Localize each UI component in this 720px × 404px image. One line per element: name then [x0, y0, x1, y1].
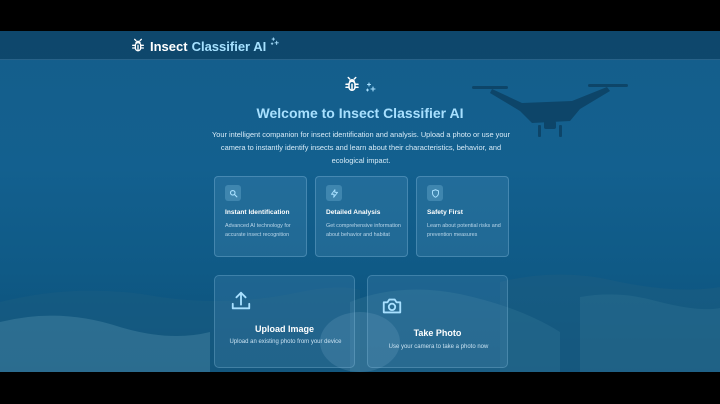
shield-icon	[431, 188, 439, 198]
hero-description: Your intelligent companion for insect id…	[212, 130, 510, 165]
app-window: Insect Classifier AI Welcome to Insect C…	[0, 31, 720, 372]
action-title: Take Photo	[413, 328, 462, 338]
feature-description: Learn about potential risks and preventi…	[427, 223, 501, 238]
upload-image-button[interactable]: Upload Image Upload an existing photo fr…	[214, 275, 355, 368]
feature-title: Instant Identification	[225, 209, 290, 216]
sparkle-icon	[271, 37, 280, 45]
brand-name-accent: Classifier AI	[191, 38, 267, 54]
lightning-icon	[330, 188, 338, 198]
page-title: Welcome to Insect Classifier AI	[256, 105, 464, 121]
feature-title: Safety First	[427, 209, 463, 216]
action-description: Upload an existing photo from your devic…	[229, 339, 342, 345]
hero-icon-group	[343, 76, 383, 96]
feature-card-safety-first: Safety First Learn about potential risks…	[416, 176, 509, 257]
action-description: Use your camera to take a photo now	[388, 344, 489, 350]
feature-description: Get comprehensive information about beha…	[326, 223, 401, 238]
feature-description: Advanced AI technology for accurate inse…	[225, 223, 291, 238]
bug-icon	[345, 76, 359, 91]
camera-icon	[382, 298, 402, 314]
search-icon	[229, 189, 237, 197]
navbar: Insect Classifier AI	[0, 31, 720, 60]
sparkle-icon	[365, 82, 376, 92]
brand-name: Insect	[150, 38, 188, 54]
bug-icon	[132, 38, 144, 52]
feature-title: Detailed Analysis	[326, 209, 381, 216]
brand-logo[interactable]: Insect Classifier AI	[130, 36, 280, 56]
action-title: Upload Image	[254, 324, 314, 334]
feature-card-detailed-analysis: Detailed Analysis Get comprehensive info…	[315, 176, 408, 257]
upload-icon	[231, 291, 251, 310]
take-photo-button[interactable]: Take Photo Use your camera to take a pho…	[367, 275, 508, 368]
feature-card-instant-identification: Instant Identification Advanced AI techn…	[214, 176, 307, 257]
